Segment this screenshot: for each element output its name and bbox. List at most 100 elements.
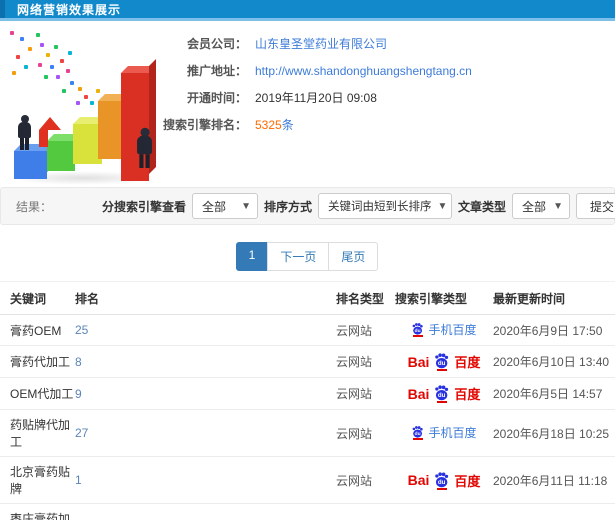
result-label: 结果：	[16, 199, 53, 214]
article-filter-label: 文章类型	[457, 199, 506, 214]
header-bar: 网络营销效果展示	[0, 0, 615, 21]
page-next[interactable]: 下一页	[267, 242, 330, 271]
svg-text:du: du	[438, 392, 446, 399]
svg-text:du: du	[438, 479, 446, 486]
info-row-url: 推广地址： http://www.shandonghuangshengtang.…	[157, 62, 615, 79]
rank-link[interactable]: 25	[75, 323, 88, 337]
rank-cell: 9	[75, 377, 336, 410]
rank-cell: 1,4,6	[75, 503, 336, 520]
keyword-cell: 枣庄膏药加工	[0, 503, 75, 520]
engine-filter-label: 分搜索引擎查看	[101, 199, 186, 214]
businessman-left	[18, 115, 31, 150]
rank-type-cell: 云网站	[336, 503, 395, 520]
baidu-logo: Bai du 百度	[407, 471, 481, 490]
rank-cell: 27	[75, 409, 336, 457]
page-title: 网络营销效果展示	[17, 2, 122, 17]
filter-group: 分搜索引擎查看 全部 ▼ 排序方式 关键词由短到长排序 ▼ 文章类型 全部 ▼ …	[102, 193, 615, 219]
updated-cell: 2020年6月18日 10:19	[493, 503, 615, 520]
company-info-section: 会员公司： 山东皇圣堂药业有限公司 推广地址： http://www.shand…	[0, 21, 615, 187]
rank-cell: 8	[75, 345, 336, 378]
mobile-baidu-logo: du 手机百度	[411, 424, 477, 441]
bar-green	[47, 141, 75, 171]
baidu-paw-icon: du	[435, 471, 449, 487]
engine-filter-value: 全部	[201, 199, 226, 214]
baidu-paw-icon: du	[413, 426, 424, 438]
table-row: 北京膏药贴牌 1 云网站 Bai du 百度 2020年6月11日 11:18	[0, 456, 615, 504]
svg-text:du: du	[415, 431, 421, 437]
baidu-underline	[436, 487, 447, 490]
baidu-underline	[412, 438, 423, 440]
table-row: OEM代加工 9 云网站 Bai du 百度 2020年6月5日 14:57	[0, 377, 615, 410]
table-row: 膏药代加工 8 云网站 Bai du 百度 2020年6月10日 13:40	[0, 345, 615, 378]
rank-count-suffix[interactable]: 条	[282, 116, 294, 133]
open-time-value: 2019年11月20日 09:08	[255, 91, 377, 105]
table-row: 药贴牌代加工 27 云网站 du 手机百度 2020年6月18日 10:25	[0, 409, 615, 457]
sort-filter-label: 排序方式	[263, 199, 312, 214]
article-filter-value: 全部	[522, 199, 547, 214]
baidu-logo: Bai du 百度	[407, 385, 481, 403]
rank-type-cell: 云网站	[336, 409, 395, 457]
rank-type-cell: 云网站	[336, 456, 395, 504]
pagination: 1 下一页 尾页	[0, 242, 615, 271]
baidu-logo: Bai du 百度	[407, 353, 481, 371]
keyword-ranking-table: 关键词 排名 排名类型 搜索引擎类型 最新更新时间 膏药OEM 25 云网站 d…	[0, 281, 615, 520]
updated-cell: 2020年6月10日 13:40	[493, 345, 615, 378]
engine-cell: Bai du 百度	[395, 345, 493, 378]
mobile-baidu-logo: du 手机百度	[411, 321, 477, 338]
businessman-right	[137, 127, 152, 168]
info-row-rank-count: 搜索引擎排名： 5325 条	[157, 116, 615, 133]
keyword-cell: 膏药代加工	[0, 345, 75, 378]
article-filter-select[interactable]: 全部 ▼	[512, 193, 570, 219]
growth-chart-illustration	[2, 29, 188, 185]
engine-cell: du 手机百度	[395, 409, 493, 457]
rank-link[interactable]: 8	[75, 355, 82, 369]
company-link[interactable]: 山东皇圣堂药业有限公司	[255, 35, 387, 52]
updated-cell: 2020年6月5日 14:57	[493, 377, 615, 410]
engine-cell: du 手机百度	[395, 503, 493, 520]
confetti-decoration	[10, 31, 14, 35]
table-header-row: 关键词 排名 排名类型 搜索引擎类型 最新更新时间	[0, 281, 615, 315]
table-row: 枣庄膏药加工 1,4,6 云网站 du 手机百度 2020年6月18日 10:1…	[0, 503, 615, 520]
baidu-underline	[436, 369, 447, 371]
baidu-underline	[412, 335, 423, 337]
rank-count-value: 5325	[255, 117, 282, 132]
rank-cell: 25	[75, 314, 336, 346]
col-keyword: 关键词	[0, 281, 75, 315]
rank-link[interactable]: 1	[75, 473, 82, 487]
col-rank: 排名	[75, 281, 336, 315]
col-updated: 最新更新时间	[493, 281, 615, 315]
rank-type-cell: 云网站	[336, 314, 395, 346]
rank-link[interactable]: 27	[75, 426, 88, 440]
keyword-cell: 北京膏药贴牌	[0, 456, 75, 504]
baidu-paw-icon: du	[413, 323, 424, 335]
promo-url-link[interactable]: http://www.shandonghuangshengtang.cn	[255, 64, 472, 78]
page-current[interactable]: 1	[235, 242, 269, 271]
caret-down-icon: ▼	[553, 200, 563, 212]
svg-text:du: du	[415, 328, 421, 334]
engine-cell: Bai du 百度	[395, 456, 493, 504]
engine-cell: du 手机百度	[395, 314, 493, 346]
caret-down-icon: ▼	[437, 200, 448, 212]
page-last[interactable]: 尾页	[328, 242, 379, 271]
engine-filter-select[interactable]: 全部 ▼	[191, 193, 258, 219]
rank-type-cell: 云网站	[336, 345, 395, 378]
info-row-company: 会员公司： 山东皇圣堂药业有限公司	[157, 35, 615, 52]
info-row-open-time: 开通时间： 2019年11月20日 09:08	[157, 89, 615, 106]
caret-down-icon: ▼	[241, 200, 251, 212]
sort-filter-value: 关键词由短到长排序	[327, 201, 432, 213]
submit-button[interactable]: 提交	[576, 193, 615, 219]
updated-cell: 2020年6月11日 11:18	[493, 456, 615, 504]
col-rank-type: 排名类型	[336, 281, 395, 315]
sort-filter-select[interactable]: 关键词由短到长排序 ▼	[317, 193, 452, 219]
keyword-cell: 药贴牌代加工	[0, 409, 75, 457]
rank-cell: 1	[75, 456, 336, 504]
col-engine-type: 搜索引擎类型	[395, 281, 493, 315]
rank-link[interactable]: 9	[75, 387, 82, 401]
keyword-cell: 膏药OEM	[0, 314, 75, 346]
updated-cell: 2020年6月9日 17:50	[493, 314, 615, 346]
filter-bar: 结果： 分搜索引擎查看 全部 ▼ 排序方式 关键词由短到长排序 ▼ 文章类型 全…	[0, 187, 615, 225]
rank-type-cell: 云网站	[336, 377, 395, 410]
baidu-underline	[436, 401, 447, 403]
table-row: 膏药OEM 25 云网站 du 手机百度 2020年6月9日 17:50	[0, 314, 615, 346]
updated-cell: 2020年6月18日 10:25	[493, 409, 615, 457]
